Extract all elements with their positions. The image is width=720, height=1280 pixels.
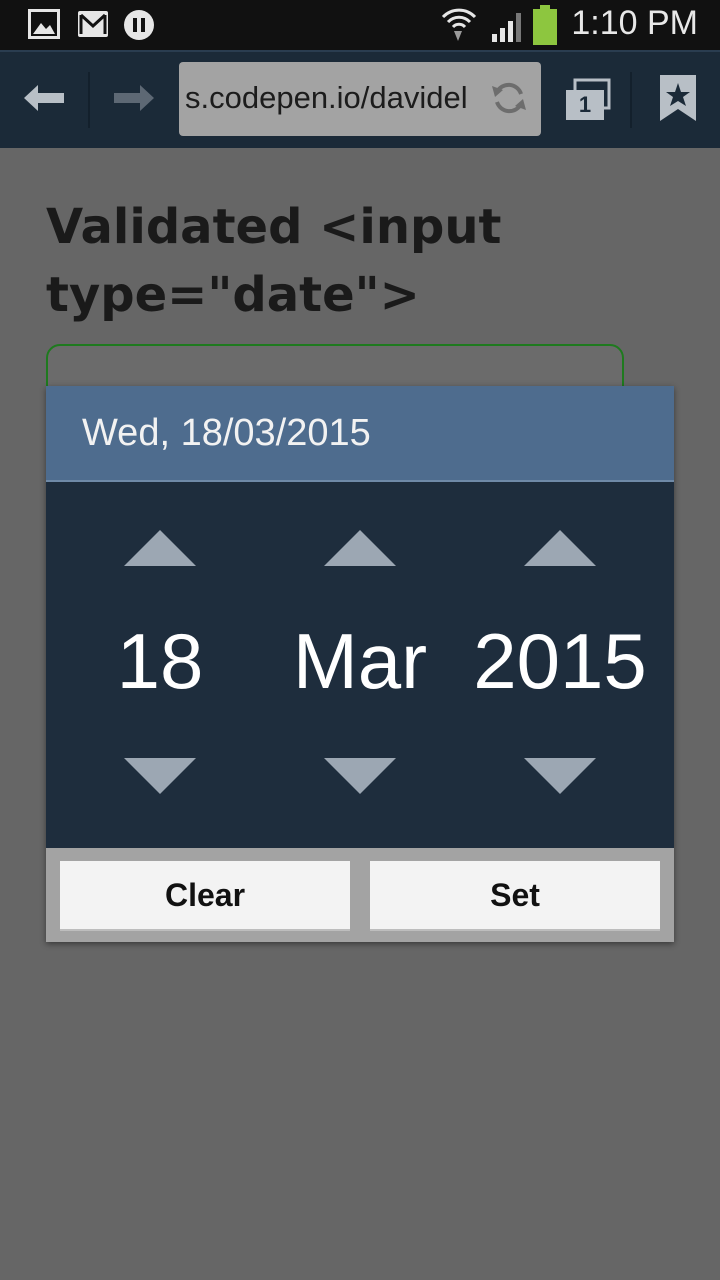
clear-button[interactable]: Clear [60,861,350,931]
url-text: s.codepen.io/davidel [185,80,468,115]
page-title: Validated <input type="date"> [46,199,502,323]
month-decrement-arrow-icon[interactable] [324,758,396,794]
month-column: Mar [260,482,460,848]
month-value[interactable]: Mar [260,616,460,706]
month-increment-arrow-icon[interactable] [324,530,396,566]
set-button[interactable]: Set [370,861,660,931]
wifi-icon [441,5,477,47]
reload-icon[interactable] [491,80,527,120]
dialog-title: Wed, 18/03/2015 [82,412,371,454]
day-column: 18 [60,482,260,848]
forward-icon [112,83,156,117]
gmail-icon [77,9,109,43]
gallery-icon [28,9,60,43]
tab-count: 1 [578,92,592,117]
bookmark-button[interactable] [648,74,708,126]
bookmark-icon [658,73,698,127]
year-column: 2015 [460,482,660,848]
dialog-header: Wed, 18/03/2015 [46,386,674,482]
year-value[interactable]: 2015 [460,616,660,706]
back-icon [22,83,66,117]
tabs-button[interactable]: 1 [556,74,618,126]
date-picker-dialog: Wed, 18/03/2015 18 Mar 2015 Clear Set [46,386,674,942]
battery-icon [532,5,558,49]
forward-button[interactable] [104,74,164,126]
tabs-icon: 1 [561,78,613,122]
day-value[interactable]: 18 [60,616,260,706]
year-decrement-arrow-icon[interactable] [524,758,596,794]
day-decrement-arrow-icon[interactable] [124,758,196,794]
media-pause-icon [122,9,156,45]
status-bar: 1:10 PM [0,0,720,50]
browser-toolbar: s.codepen.io/davidel 1 [0,50,720,148]
status-time: 1:10 PM [571,4,698,42]
toolbar-divider [88,72,90,128]
signal-icon [490,10,526,46]
dialog-buttons: Clear Set [46,848,674,942]
day-increment-arrow-icon[interactable] [124,530,196,566]
date-spinner: 18 Mar 2015 [46,482,674,848]
year-increment-arrow-icon[interactable] [524,530,596,566]
url-bar[interactable]: s.codepen.io/davidel [179,62,541,136]
toolbar-divider [630,72,632,128]
back-button[interactable] [14,74,74,126]
